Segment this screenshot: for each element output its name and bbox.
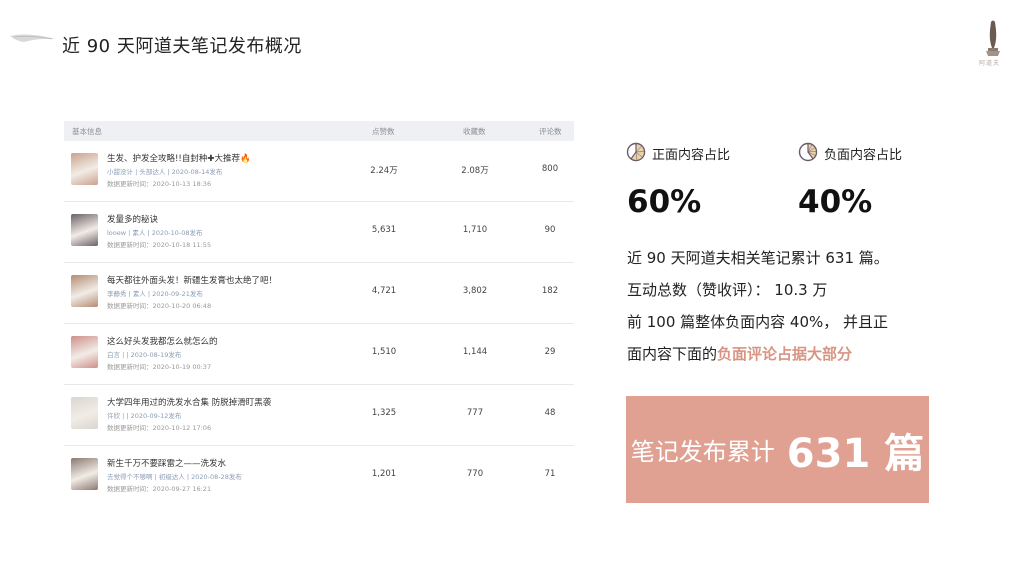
likes-count: 5,631: [371, 225, 397, 235]
collects-count: 3,802: [462, 286, 488, 296]
collects-count: 777: [466, 408, 484, 418]
table-header: 基本信息 点赞数 收藏数 评论数: [64, 121, 574, 141]
note-update-time: 数据更新时间：2020-10-12 17:06: [107, 424, 212, 432]
collects-count: 770: [466, 469, 484, 479]
note-thumbnail[interactable]: [71, 458, 98, 490]
note-thumbnail[interactable]: [71, 336, 98, 368]
note-author: 小甜没计 | 头部达人 | 2020-08-14发布: [107, 168, 223, 176]
column-header-collects: 收藏数: [463, 126, 486, 136]
brush-stroke-decoration: [10, 34, 56, 42]
note-author: 许欣 | | 2020-09-12发布: [107, 412, 182, 420]
note-update-time: 数据更新时间：2020-10-20 06:48: [107, 302, 212, 310]
page-title: 近 90 天阿道夫笔记发布概况: [62, 36, 302, 57]
comments-count: 800: [541, 164, 559, 174]
logo-caption: 阿道夫: [979, 60, 1001, 67]
likes-count: 1,510: [371, 347, 397, 357]
note-title[interactable]: 生发、护发全攻略!!自封种✚大推荐🔥: [107, 152, 251, 164]
positive-ratio-label: 正面内容占比: [652, 148, 731, 163]
note-thumbnail[interactable]: [71, 153, 98, 185]
summary-line-3: 前 100 篇整体负面内容 40%， 并且正: [627, 313, 889, 331]
note-author: looew | 素人 | 2020-10-08发布: [107, 229, 203, 237]
negative-ratio-value: 40%: [798, 184, 873, 220]
total-notes-banner: 笔记发布累计 631 篇: [626, 396, 929, 503]
note-update-time: 数据更新时间：2020-10-13 18:36: [107, 180, 212, 188]
note-thumbnail[interactable]: [71, 275, 98, 307]
note-title[interactable]: 每天都往外面头发！新疆生发膏也太绝了吧！: [107, 274, 277, 286]
banner-text: 笔记发布累计: [630, 438, 775, 466]
comments-count: 90: [544, 225, 556, 235]
table-row[interactable]: 生发、护发全攻略!!自封种✚大推荐🔥 小甜没计 | 头部达人 | 2020-08…: [64, 141, 574, 202]
notes-table: 基本信息 点赞数 收藏数 评论数 生发、护发全攻略!!自封种✚大推荐🔥 小甜没计…: [64, 121, 574, 507]
comments-count: 71: [544, 469, 556, 479]
likes-count: 2.24万: [370, 166, 398, 176]
note-title[interactable]: 新生千万不要踩雷之——洗发水: [107, 457, 226, 469]
comments-count: 182: [541, 286, 559, 296]
note-author: 李静秀 | 素人 | 2020-09-21发布: [107, 290, 203, 298]
note-title[interactable]: 这么好头发我都怎么就怎么的: [107, 335, 218, 347]
positive-ratio-value: 60%: [627, 184, 702, 220]
collects-count: 1,144: [462, 347, 488, 357]
table-row[interactable]: 这么好头发我都怎么就怎么的 白言 | | 2020-08-19发布 数据更新时间…: [64, 324, 574, 385]
table-row[interactable]: 每天都往外面头发！新疆生发膏也太绝了吧！ 李静秀 | 素人 | 2020-09-…: [64, 263, 574, 324]
summary-line-2: 互动总数（赞收评）： 10.3 万: [627, 281, 828, 299]
likes-count: 1,325: [371, 408, 397, 418]
collects-count: 2.08万: [461, 166, 489, 176]
table-row[interactable]: 大学四年用过的洗发水合集 防脱掉滑盯黑袭 许欣 | | 2020-09-12发布…: [64, 385, 574, 446]
note-thumbnail[interactable]: [71, 397, 98, 429]
collects-count: 1,710: [462, 225, 488, 235]
note-thumbnail[interactable]: [71, 214, 98, 246]
summary-highlight: 负面评论占据大部分: [717, 345, 853, 363]
summary-line-4-prefix: 面内容下面的: [627, 345, 718, 363]
column-header-basic-info: 基本信息: [72, 126, 102, 136]
banner-number: 631 篇: [786, 430, 925, 477]
note-title[interactable]: 大学四年用过的洗发水合集 防脱掉滑盯黑袭: [107, 396, 271, 408]
column-header-comments: 评论数: [539, 126, 562, 136]
pie-chart-icon: [798, 142, 818, 162]
note-author: 白言 | | 2020-08-19发布: [107, 351, 182, 359]
comments-count: 29: [544, 347, 556, 357]
note-update-time: 数据更新时间：2020-10-18 11:55: [107, 241, 212, 249]
note-update-time: 数据更新时间：2020-09-27 16:21: [107, 485, 212, 493]
column-header-likes: 点赞数: [372, 126, 395, 136]
note-author: 去觉得个不够啊 | 初级达人 | 2020-08-28发布: [107, 473, 242, 481]
summary-line-1: 近 90 天阿道夫相关笔记累计 631 篇。: [627, 249, 889, 267]
summary-line-4: 面内容下面的负面评论占据大部分: [627, 343, 852, 364]
note-update-time: 数据更新时间：2020-10-19 00:37: [107, 363, 212, 371]
note-title[interactable]: 发量多的秘诀: [107, 213, 158, 225]
table-row[interactable]: 发量多的秘诀 looew | 素人 | 2020-10-08发布 数据更新时间：…: [64, 202, 574, 263]
table-row[interactable]: 新生千万不要踩雷之——洗发水 去觉得个不够啊 | 初级达人 | 2020-08-…: [64, 446, 574, 507]
table-body: 生发、护发全攻略!!自封种✚大推荐🔥 小甜没计 | 头部达人 | 2020-08…: [64, 141, 574, 507]
likes-count: 4,721: [371, 286, 397, 296]
pie-chart-icon: [626, 142, 646, 162]
likes-count: 1,201: [371, 469, 397, 479]
comments-count: 48: [544, 408, 556, 418]
negative-ratio-label: 负面内容占比: [824, 148, 903, 163]
